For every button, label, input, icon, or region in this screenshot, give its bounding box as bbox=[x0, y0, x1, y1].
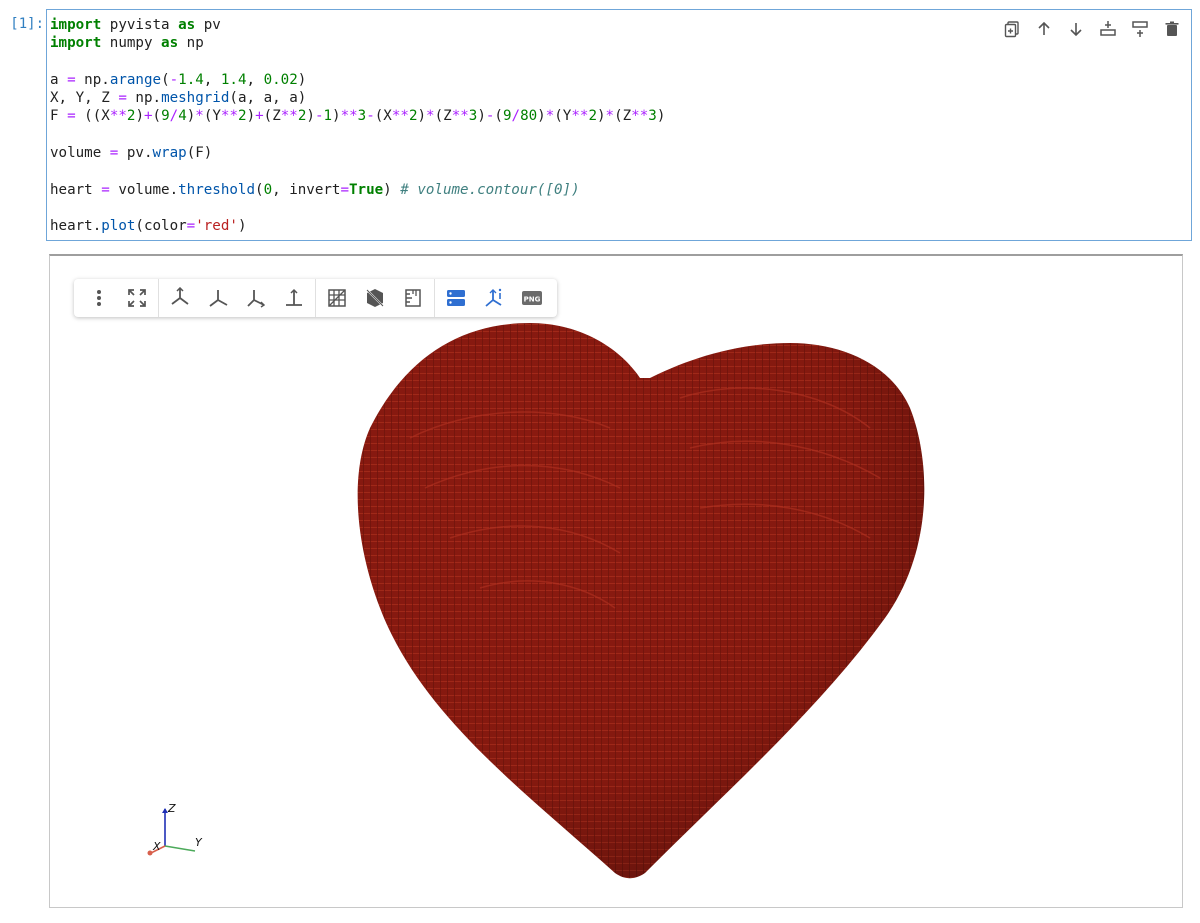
viewer-toolbar: PNG bbox=[74, 279, 557, 317]
code-line: X, Y, Z = np.meshgrid(a, a, a) bbox=[50, 90, 307, 107]
fullscreen-icon[interactable] bbox=[118, 279, 156, 317]
code-line: a = np.arange(-1.4, 1.4, 0.02) bbox=[50, 71, 307, 88]
toggle-parallel-icon[interactable] bbox=[356, 279, 394, 317]
code-line: F = ((X**2)+(9/4)*(Y**2)+(Z**2)-1)**3-(X… bbox=[50, 108, 666, 125]
cell-toolbar bbox=[999, 18, 1185, 40]
y-axis-label: Y bbox=[195, 836, 203, 849]
menu-dots-icon[interactable] bbox=[80, 279, 118, 317]
heart-mesh-render[interactable] bbox=[350, 318, 930, 883]
z-axis-label: Z bbox=[167, 802, 176, 815]
code-line: heart.plot(color='red') bbox=[50, 218, 247, 235]
view-xz-icon[interactable] bbox=[237, 279, 275, 317]
orientation-axes-widget: Z Y X bbox=[145, 801, 205, 861]
view-yz-icon[interactable] bbox=[275, 279, 313, 317]
axes-widget-icon[interactable] bbox=[475, 279, 513, 317]
server-rendering-icon[interactable] bbox=[437, 279, 475, 317]
view-xy-icon[interactable] bbox=[199, 279, 237, 317]
duplicate-icon[interactable] bbox=[999, 18, 1025, 40]
code-line: import pyvista as pv bbox=[50, 17, 221, 33]
png-label: PNG bbox=[524, 296, 541, 304]
view-isometric-icon[interactable] bbox=[161, 279, 199, 317]
code-editor[interactable]: import pyvista as pv import numpy as np a … bbox=[50, 16, 665, 236]
ruler-icon[interactable] bbox=[394, 279, 432, 317]
toggle-grid-icon[interactable] bbox=[318, 279, 356, 317]
move-down-icon[interactable] bbox=[1063, 18, 1089, 40]
code-line: heart = volume.threshold(0, invert=True)… bbox=[50, 181, 580, 198]
code-cell-input[interactable]: import pyvista as pv import numpy as np a … bbox=[46, 9, 1192, 241]
png-screenshot-icon[interactable]: PNG bbox=[513, 279, 551, 317]
cell-prompt: [1]: bbox=[10, 16, 44, 32]
insert-above-icon[interactable] bbox=[1095, 18, 1121, 40]
plot-output[interactable]: PNG Z Y X bbox=[49, 254, 1183, 908]
move-up-icon[interactable] bbox=[1031, 18, 1057, 40]
delete-icon[interactable] bbox=[1159, 18, 1185, 40]
insert-below-icon[interactable] bbox=[1127, 18, 1153, 40]
code-line: volume = pv.wrap(F) bbox=[50, 145, 213, 162]
x-axis-label: X bbox=[152, 840, 161, 853]
code-line: import numpy as np bbox=[50, 35, 204, 52]
